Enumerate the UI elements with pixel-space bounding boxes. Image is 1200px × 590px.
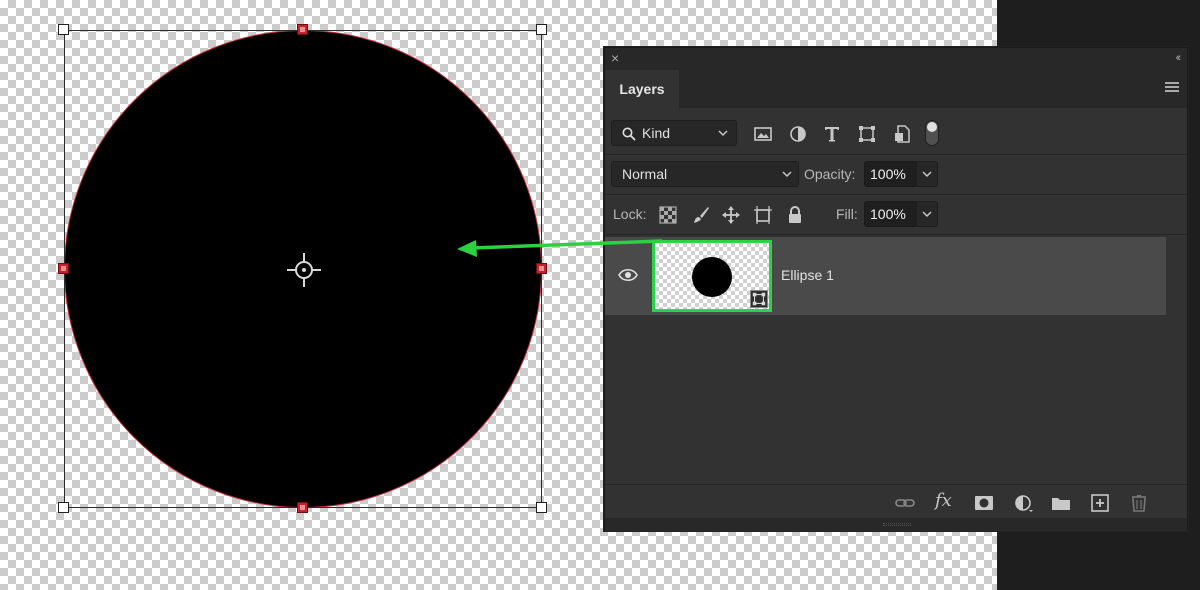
layers-panel: × ‹‹ Layers Kind Normal Opacity: 100% Lo… (604, 47, 1188, 531)
shape-layer-icon (750, 290, 768, 308)
anchor-point-left[interactable] (58, 263, 69, 274)
transform-handle-bottom-right[interactable] (536, 502, 547, 513)
layer-filter-bar: Kind (605, 114, 1187, 154)
opacity-label: Opacity: (804, 166, 856, 182)
panel-tab-row: Layers (605, 70, 1187, 108)
annotation-arrow-icon (457, 239, 663, 257)
chevron-down-icon (922, 171, 932, 178)
layer-thumbnail[interactable] (652, 240, 772, 312)
layer-row-ellipse[interactable]: Ellipse 1 (605, 237, 1166, 315)
new-layer-icon[interactable] (1090, 494, 1110, 512)
trash-icon[interactable] (1129, 494, 1149, 512)
lock-artboard-icon[interactable] (753, 205, 773, 225)
lock-all-icon[interactable] (785, 205, 805, 225)
panel-menu-icon[interactable] (1165, 82, 1179, 94)
smart-object-filter-icon[interactable] (892, 124, 912, 144)
lock-image-icon[interactable] (691, 205, 711, 225)
tab-layers[interactable]: Layers (605, 70, 679, 108)
reference-point-crosshair-icon[interactable] (286, 252, 322, 288)
link-icon[interactable] (895, 494, 915, 512)
divider (605, 194, 1187, 195)
chevron-down-icon (718, 130, 728, 137)
blend-mode-select[interactable]: Normal (611, 161, 799, 187)
panel-resize-footer[interactable] (605, 518, 1187, 531)
resize-grip-icon[interactable] (883, 523, 911, 526)
fx-icon[interactable]: fx (935, 490, 955, 511)
shape-filter-icon[interactable] (857, 124, 877, 144)
anchor-point-bottom[interactable] (297, 502, 308, 513)
image-filter-icon[interactable] (753, 124, 773, 144)
chevron-down-icon (922, 211, 932, 218)
transform-handle-bottom-left[interactable] (58, 502, 69, 513)
adjustment-icon[interactable] (1013, 494, 1033, 512)
visibility-eye-icon[interactable] (618, 268, 638, 282)
search-icon (622, 127, 636, 141)
filter-on-off-toggle[interactable] (925, 120, 939, 146)
anchor-point-right[interactable] (536, 263, 547, 274)
thumbnail-ellipse (692, 257, 732, 297)
fill-dropdown[interactable] (916, 201, 938, 227)
collapse-icon[interactable]: ‹‹ (1176, 52, 1182, 64)
type-filter-icon[interactable] (822, 124, 842, 144)
panel-title-bar[interactable]: × ‹‹ (605, 48, 1187, 70)
blend-mode-value: Normal (622, 166, 668, 182)
transform-handle-top-right[interactable] (536, 24, 547, 35)
transform-handle-top-left[interactable] (58, 24, 69, 35)
filter-kind-select[interactable]: Kind (611, 120, 737, 146)
group-folder-icon[interactable] (1051, 494, 1071, 512)
layers-bottom-toolbar: fx (605, 484, 1187, 518)
fill-label: Fill: (836, 206, 858, 222)
lock-label: Lock: (613, 206, 647, 222)
adjustment-filter-icon[interactable] (788, 124, 808, 144)
chevron-down-icon (782, 171, 792, 178)
divider (605, 154, 1187, 155)
close-icon[interactable]: × (611, 51, 619, 65)
opacity-dropdown[interactable] (916, 161, 938, 187)
filter-kind-label: Kind (642, 125, 671, 141)
lock-position-icon[interactable] (721, 205, 741, 225)
divider (605, 234, 1187, 235)
layer-name[interactable]: Ellipse 1 (781, 267, 834, 283)
lock-transparent-icon[interactable] (658, 205, 678, 225)
mask-icon[interactable] (974, 494, 994, 512)
fill-field[interactable]: 100% (864, 201, 917, 227)
anchor-point-top[interactable] (297, 24, 308, 35)
opacity-field[interactable]: 100% (864, 161, 917, 187)
